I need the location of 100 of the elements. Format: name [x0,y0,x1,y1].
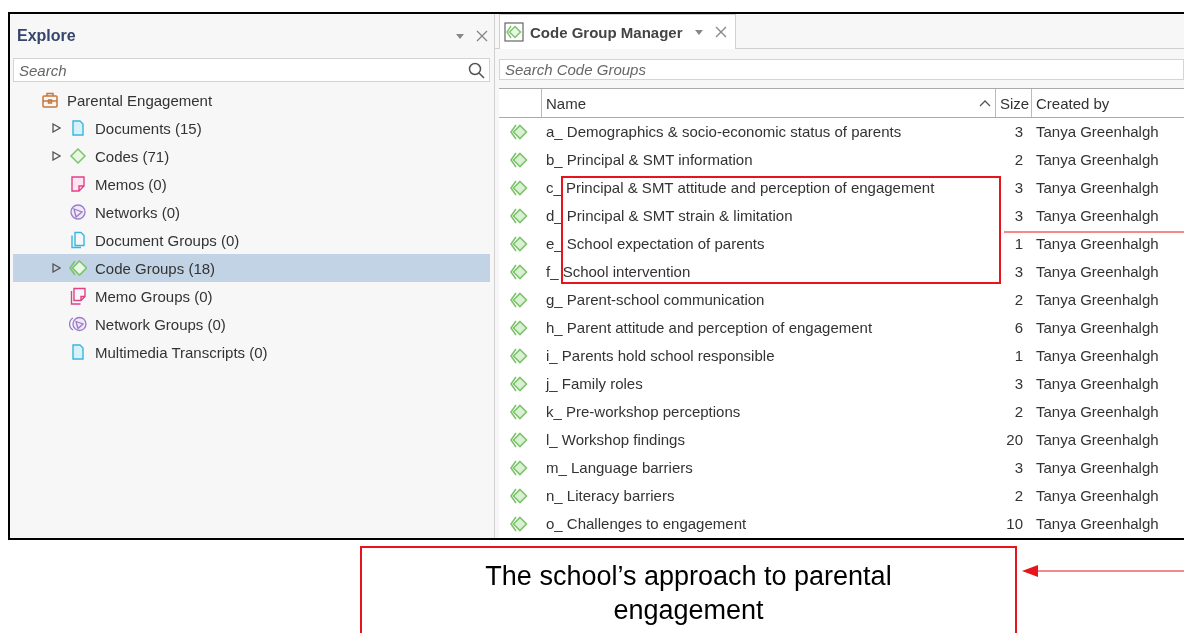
close-icon[interactable] [714,26,727,38]
code-group-icon [510,516,528,532]
memo-icon [69,175,87,193]
code-group-icon [510,124,528,140]
expand-arrow-icon[interactable] [52,151,61,161]
table-cell-text: j_ Family roles [544,375,644,393]
tree-item[interactable]: Memo Groups (0) [13,282,490,310]
code-group-icon [510,376,528,392]
code-group-icon [504,22,524,42]
table-cell-text: n_ Literacy barriers [545,487,676,505]
network-icon [69,203,87,221]
table-cell-text: Tanya Greenhalgh [1035,487,1160,505]
table-cell-text: Tanya Greenhalgh [1035,375,1160,393]
tree-item[interactable]: Documents (15) [13,114,490,142]
tab[interactable]: Code Group Manager [499,14,736,49]
table-cell-text: o_ Challenges to engagement [545,515,748,533]
column-header[interactable]: Created by [1031,89,1181,117]
table-cell-text: m_ Language barriers [545,459,694,477]
tree-item[interactable]: Document Groups (0) [13,226,490,254]
tree-item-label: Parental Engagement [67,91,213,109]
tree-item[interactable]: Codes (71) [13,142,490,170]
column-header[interactable]: Name [541,89,995,117]
code-group-icon [510,320,528,336]
code-group-icon [510,432,528,448]
table-cell-text: l_ Workshop findings [545,431,686,449]
panel-title: Explore [17,27,77,45]
table-cell-text: 3 [1013,375,1024,393]
code-group-icon [510,152,528,168]
diamond-icon [69,147,87,165]
table-cell-text: 20 [1005,431,1024,449]
table-cell-text: Tanya Greenhalgh [1035,459,1160,477]
table-cell-text: b_ Principal & SMT information [545,151,754,169]
code-group-icon [510,264,528,280]
code-group-icon [510,208,528,224]
table-cell-text: 6 [1013,319,1024,337]
table-cell-text: i_ Parents hold school responsible [545,347,776,365]
tree-item[interactable]: Memos (0) [13,170,490,198]
tree-item-label: Code Groups (18) [95,259,216,277]
column-header[interactable]: Size [995,89,1031,117]
document-icon [69,119,87,137]
tree-item[interactable]: Parental Engagement [13,86,490,114]
annotation-text: The school’s approach to parental engagement [484,560,893,627]
close-icon[interactable] [476,30,488,42]
table-cell-text: 3 [1013,123,1024,141]
tree-item-label: Networks (0) [95,203,180,221]
search-field[interactable]: Search Code Groups [499,59,1184,80]
table-cell-text: Tanya Greenhalgh [1035,123,1160,141]
table-cell-text: Tanya Greenhalgh [1035,151,1160,169]
table-cell-text: 3 [1013,207,1024,225]
code-group-icon [69,259,87,277]
tree-item-label: Multimedia Transcripts (0) [95,343,268,361]
table-cell-text: a_ Demographics & socio-economic status of parents [545,123,903,141]
table-cell-text: Tanya Greenhalgh [1035,179,1160,197]
code-group-icon [510,292,528,308]
tree-item[interactable]: Network Groups (0) [13,310,490,338]
code-group-icon [510,180,528,196]
code-group-icon [510,460,528,476]
table-cell-text: 2 [1013,403,1024,421]
table-cell-text: Tanya Greenhalgh [1035,403,1160,421]
table-cell-text: f_ School intervention [545,263,692,281]
tree-item[interactable]: Networks (0) [13,198,490,226]
table-cell-text: 10 [1005,515,1024,533]
table-cell-text: h_ Parent attitude and perception of engagement [545,319,874,337]
expand-arrow-icon[interactable] [52,123,61,133]
table-cell-text: 2 [1013,291,1024,309]
code-group-icon [510,404,528,420]
table-cell-text: 2 [1013,487,1024,505]
table-cell-text: Tanya Greenhalgh [1035,207,1160,225]
table-cell-text: Tanya Greenhalgh [1035,291,1160,309]
table-cell-text: k_ Pre-workshop perceptions [545,403,742,421]
table-cell-text: 2 [1013,151,1024,169]
code-group-icon [510,488,528,504]
memos-icon [69,287,87,305]
tree-item-label: Codes (71) [95,147,170,165]
table-cell-text: 3 [1013,179,1024,197]
tree-item-label: Documents (15) [95,119,202,137]
table-cell-text: Tanya Greenhalgh [1035,263,1160,281]
table-cell-text: g_ Parent-school communication [545,291,766,309]
table-cell-text: Tanya Greenhalgh [1035,515,1160,533]
tree-item[interactable]: Multimedia Transcripts (0) [13,338,490,366]
table-cell-text: Tanya Greenhalgh [1035,235,1160,253]
tree-item-label: Network Groups (0) [95,315,226,333]
table-cell-text: c_ Principal & SMT attitude and perception of engagement [545,179,936,197]
expand-arrow-icon[interactable] [52,263,61,273]
briefcase-icon [41,91,59,109]
tree-item-label: Document Groups (0) [95,231,240,249]
table-cell-text: 1 [1013,347,1024,365]
search-icon[interactable] [468,62,485,79]
networks-icon [69,315,87,333]
search-field[interactable]: Search [13,58,490,82]
table-cell-text: 1 [1013,235,1024,253]
table-cell-text: Tanya Greenhalgh [1035,347,1160,365]
code-group-icon [510,348,528,364]
table-cell-text: Tanya Greenhalgh [1035,319,1160,337]
documents-icon [69,231,87,249]
tree-item-label: Memos (0) [95,175,167,193]
table-cell-text: 3 [1013,459,1024,477]
table-cell-text: Tanya Greenhalgh [1035,431,1160,449]
code-group-icon [510,236,528,252]
tree-item[interactable]: Code Groups (18) [13,254,490,282]
